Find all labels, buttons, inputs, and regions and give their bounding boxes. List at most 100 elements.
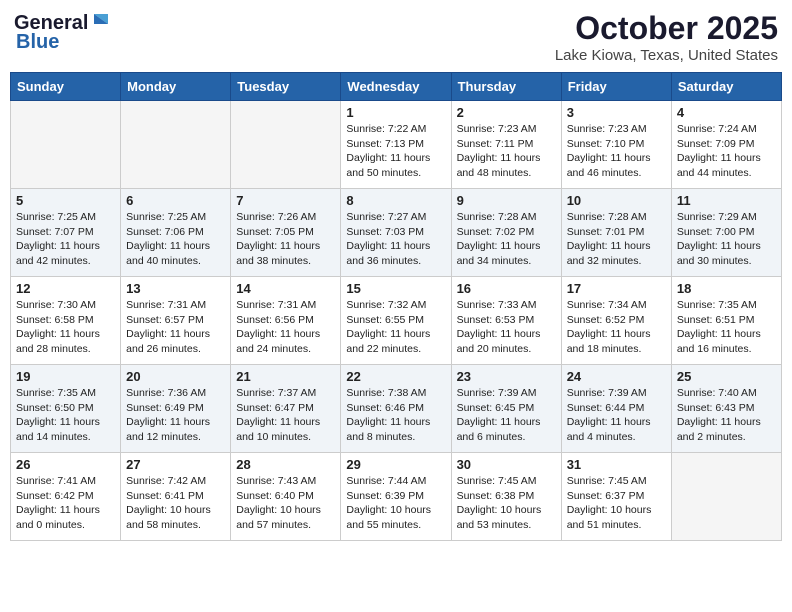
calendar-cell: 4Sunrise: 7:24 AMSunset: 7:09 PMDaylight… xyxy=(671,101,781,189)
logo-arrow-icon xyxy=(90,10,112,32)
day-info: Sunrise: 7:41 AMSunset: 6:42 PMDaylight:… xyxy=(16,474,115,533)
day-number: 20 xyxy=(126,369,225,384)
day-info: Sunrise: 7:31 AMSunset: 6:57 PMDaylight:… xyxy=(126,298,225,357)
day-info: Sunrise: 7:40 AMSunset: 6:43 PMDaylight:… xyxy=(677,386,776,445)
calendar-cell: 30Sunrise: 7:45 AMSunset: 6:38 PMDayligh… xyxy=(451,453,561,541)
calendar-cell: 15 Sunrise: 7:32 AMSunset: 6:55 PMDayligh… xyxy=(341,277,451,365)
day-info: Sunrise: 7:43 AMSunset: 6:40 PMDaylight:… xyxy=(236,474,335,533)
calendar-cell: 13Sunrise: 7:31 AMSunset: 6:57 PMDayligh… xyxy=(121,277,231,365)
calendar-cell xyxy=(231,101,341,189)
calendar-cell: 19 Sunrise: 7:35 AMSunset: 6:50 PMDayligh… xyxy=(11,365,121,453)
day-number: 31 xyxy=(567,457,666,472)
day-number: 7 xyxy=(236,193,335,208)
day-info: Sunrise: 7:35 AMSunset: 6:51 PMDaylight:… xyxy=(677,298,776,357)
month-title: October 2025 xyxy=(555,10,778,47)
day-info: Sunrise: 7:44 AMSunset: 6:39 PMDaylight:… xyxy=(346,474,445,533)
day-number: 24 xyxy=(567,369,666,384)
calendar-week-row: 5 Sunrise: 7:25 AMSunset: 7:07 PMDaylight… xyxy=(11,189,782,277)
location-title: Lake Kiowa, Texas, United States xyxy=(555,47,778,64)
day-info: Sunrise: 7:22 AMSunset: 7:13 PMDaylight:… xyxy=(346,122,445,181)
day-number: 21 xyxy=(236,369,335,384)
calendar-cell: 10 Sunrise: 7:28 AMSunset: 7:01 PMDayligh… xyxy=(561,189,671,277)
calendar-cell: 22 Sunrise: 7:38 AMSunset: 6:46 PMDayligh… xyxy=(341,365,451,453)
day-info: Sunrise: 7:24 AMSunset: 7:09 PMDaylight:… xyxy=(677,122,776,181)
day-number: 15 xyxy=(346,281,445,296)
day-number: 16 xyxy=(457,281,556,296)
calendar-cell xyxy=(11,101,121,189)
calendar-cell: 23 Sunrise: 7:39 AMSunset: 6:45 PMDayligh… xyxy=(451,365,561,453)
day-info: Sunrise: 7:23 AMSunset: 7:10 PMDaylight:… xyxy=(567,122,666,181)
day-info: Sunrise: 7:25 AMSunset: 7:07 PMDaylight:… xyxy=(16,210,115,269)
day-header-thursday: Thursday xyxy=(451,73,561,101)
day-header-wednesday: Wednesday xyxy=(341,73,451,101)
calendar-cell: 1Sunrise: 7:22 AMSunset: 7:13 PMDaylight… xyxy=(341,101,451,189)
day-number: 27 xyxy=(126,457,225,472)
day-number: 5 xyxy=(16,193,115,208)
calendar-cell: 29 Sunrise: 7:44 AMSunset: 6:39 PMDayligh… xyxy=(341,453,451,541)
calendar-cell: 8Sunrise: 7:27 AMSunset: 7:03 PMDaylight… xyxy=(341,189,451,277)
day-number: 30 xyxy=(457,457,556,472)
day-info: Sunrise: 7:39 AMSunset: 6:45 PMDaylight:… xyxy=(457,386,556,445)
day-info: Sunrise: 7:35 AMSunset: 6:50 PMDaylight:… xyxy=(16,386,115,445)
logo: General Blue xyxy=(14,10,112,54)
calendar-cell: 18 Sunrise: 7:35 AMSunset: 6:51 PMDayligh… xyxy=(671,277,781,365)
calendar-cell: 11Sunrise: 7:29 AMSunset: 7:00 PMDayligh… xyxy=(671,189,781,277)
day-number: 10 xyxy=(567,193,666,208)
day-number: 22 xyxy=(346,369,445,384)
calendar-cell: 26Sunrise: 7:41 AMSunset: 6:42 PMDayligh… xyxy=(11,453,121,541)
day-info: Sunrise: 7:39 AMSunset: 6:44 PMDaylight:… xyxy=(567,386,666,445)
calendar-cell: 16 Sunrise: 7:33 AMSunset: 6:53 PMDayligh… xyxy=(451,277,561,365)
calendar-cell: 7Sunrise: 7:26 AMSunset: 7:05 PMDaylight… xyxy=(231,189,341,277)
day-number: 17 xyxy=(567,281,666,296)
calendar-week-row: 26Sunrise: 7:41 AMSunset: 6:42 PMDayligh… xyxy=(11,453,782,541)
calendar-cell: 12Sunrise: 7:30 AMSunset: 6:58 PMDayligh… xyxy=(11,277,121,365)
calendar-cell: 20 Sunrise: 7:36 AMSunset: 6:49 PMDayligh… xyxy=(121,365,231,453)
calendar-cell: 28 Sunrise: 7:43 AMSunset: 6:40 PMDayligh… xyxy=(231,453,341,541)
day-number: 6 xyxy=(126,193,225,208)
calendar-cell xyxy=(121,101,231,189)
day-header-monday: Monday xyxy=(121,73,231,101)
day-info: Sunrise: 7:42 AMSunset: 6:41 PMDaylight:… xyxy=(126,474,225,533)
day-info: Sunrise: 7:27 AMSunset: 7:03 PMDaylight:… xyxy=(346,210,445,269)
day-info: Sunrise: 7:34 AMSunset: 6:52 PMDaylight:… xyxy=(567,298,666,357)
day-number: 9 xyxy=(457,193,556,208)
calendar-cell: 17 Sunrise: 7:34 AMSunset: 6:52 PMDayligh… xyxy=(561,277,671,365)
day-info: Sunrise: 7:36 AMSunset: 6:49 PMDaylight:… xyxy=(126,386,225,445)
day-number: 25 xyxy=(677,369,776,384)
day-number: 18 xyxy=(677,281,776,296)
day-info: Sunrise: 7:38 AMSunset: 6:46 PMDaylight:… xyxy=(346,386,445,445)
logo-blue: Blue xyxy=(16,31,59,54)
calendar-week-row: 12Sunrise: 7:30 AMSunset: 6:58 PMDayligh… xyxy=(11,277,782,365)
day-header-sunday: Sunday xyxy=(11,73,121,101)
calendar-cell: 25 Sunrise: 7:40 AMSunset: 6:43 PMDayligh… xyxy=(671,365,781,453)
day-number: 23 xyxy=(457,369,556,384)
day-number: 2 xyxy=(457,105,556,120)
day-info: Sunrise: 7:28 AMSunset: 7:01 PMDaylight:… xyxy=(567,210,666,269)
day-number: 29 xyxy=(346,457,445,472)
day-info: Sunrise: 7:33 AMSunset: 6:53 PMDaylight:… xyxy=(457,298,556,357)
day-info: Sunrise: 7:23 AMSunset: 7:11 PMDaylight:… xyxy=(457,122,556,181)
day-number: 28 xyxy=(236,457,335,472)
day-info: Sunrise: 7:32 AMSunset: 6:55 PMDaylight:… xyxy=(346,298,445,357)
day-header-friday: Friday xyxy=(561,73,671,101)
day-number: 19 xyxy=(16,369,115,384)
title-section: October 2025 Lake Kiowa, Texas, United S… xyxy=(555,10,778,64)
calendar-cell: 2 Sunrise: 7:23 AMSunset: 7:11 PMDaylight… xyxy=(451,101,561,189)
day-info: Sunrise: 7:37 AMSunset: 6:47 PMDaylight:… xyxy=(236,386,335,445)
calendar-cell: 3Sunrise: 7:23 AMSunset: 7:10 PMDaylight… xyxy=(561,101,671,189)
page-header: General Blue October 2025 Lake Kiowa, Te… xyxy=(10,10,782,64)
day-number: 14 xyxy=(236,281,335,296)
calendar-cell: 21 Sunrise: 7:37 AMSunset: 6:47 PMDayligh… xyxy=(231,365,341,453)
day-info: Sunrise: 7:29 AMSunset: 7:00 PMDaylight:… xyxy=(677,210,776,269)
day-info: Sunrise: 7:25 AMSunset: 7:06 PMDaylight:… xyxy=(126,210,225,269)
calendar-cell: 9Sunrise: 7:28 AMSunset: 7:02 PMDaylight… xyxy=(451,189,561,277)
day-info: Sunrise: 7:45 AMSunset: 6:37 PMDaylight:… xyxy=(567,474,666,533)
calendar-cell: 5 Sunrise: 7:25 AMSunset: 7:07 PMDaylight… xyxy=(11,189,121,277)
calendar-cell: 14Sunrise: 7:31 AMSunset: 6:56 PMDayligh… xyxy=(231,277,341,365)
calendar-week-row: 19 Sunrise: 7:35 AMSunset: 6:50 PMDayligh… xyxy=(11,365,782,453)
day-info: Sunrise: 7:30 AMSunset: 6:58 PMDaylight:… xyxy=(16,298,115,357)
calendar-header-row: SundayMondayTuesdayWednesdayThursdayFrid… xyxy=(11,73,782,101)
day-header-tuesday: Tuesday xyxy=(231,73,341,101)
calendar-cell: 27 Sunrise: 7:42 AMSunset: 6:41 PMDayligh… xyxy=(121,453,231,541)
calendar-week-row: 1Sunrise: 7:22 AMSunset: 7:13 PMDaylight… xyxy=(11,101,782,189)
